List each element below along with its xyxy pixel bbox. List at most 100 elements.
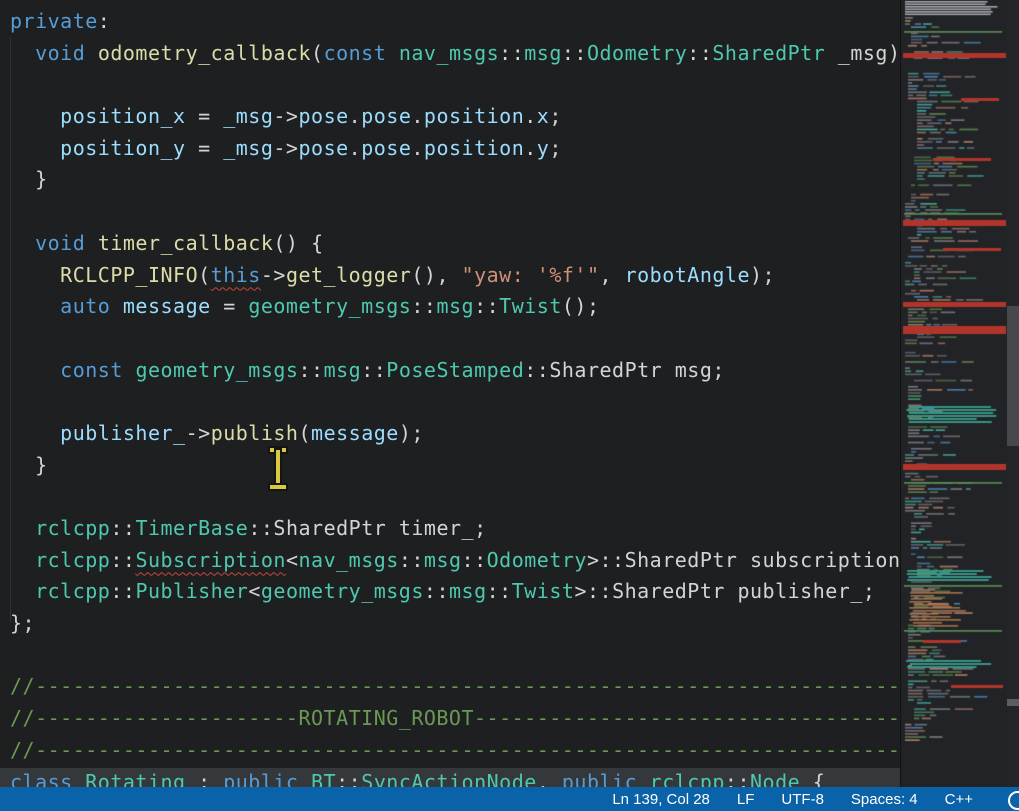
code-line[interactable]: } (10, 164, 900, 196)
code-line[interactable]: //---------------------ROTATING_ROBOT---… (10, 703, 900, 735)
code-token (637, 770, 650, 788)
code-token: msg (324, 358, 362, 382)
code-token: :: (462, 548, 487, 572)
code-line[interactable] (10, 323, 900, 355)
code-line[interactable]: } (10, 450, 900, 482)
editor-scrollbar[interactable] (1007, 0, 1019, 787)
status-eol-sequence[interactable]: LF (737, 791, 755, 808)
code-line[interactable]: void timer_callback() { (10, 228, 900, 260)
code-line[interactable]: auto message = geometry_msgs::msg::Twist… (10, 291, 900, 323)
code-token: . (349, 104, 362, 128)
code-token: = (186, 136, 224, 160)
code-token: ( (298, 421, 311, 445)
code-token: ( (198, 263, 211, 287)
code-line[interactable] (10, 69, 900, 101)
code-token: = (211, 294, 249, 318)
vscode-window: private: void odometry_callback(const na… (0, 0, 1019, 811)
code-token: _msg) { (825, 41, 900, 65)
code-token: get_logger (286, 263, 411, 287)
code-token: _msg (223, 104, 273, 128)
code-token: . (349, 136, 362, 160)
code-line[interactable] (10, 196, 900, 228)
code-token: //---------------------ROTATING_ROBOT---… (10, 706, 900, 730)
code-token: >:: (574, 579, 612, 603)
code-token: Odometry (587, 41, 687, 65)
code-token: pose (361, 104, 411, 128)
code-line[interactable]: publisher_->publish(message); (10, 418, 900, 450)
code-token: y (537, 136, 550, 160)
code-token (85, 231, 98, 255)
code-area[interactable]: private: void odometry_callback(const na… (10, 6, 900, 787)
code-token (10, 41, 35, 65)
code-token: publish (211, 421, 299, 445)
code-editor[interactable]: private: void odometry_callback(const na… (0, 0, 900, 787)
code-token (10, 516, 35, 540)
code-token: position_y (60, 136, 185, 160)
scrollbar-thumb[interactable] (1007, 306, 1019, 446)
status-indentation[interactable]: Spaces: 4 (851, 791, 918, 808)
code-token: rclcpp (35, 516, 110, 540)
code-token: _msg (223, 136, 273, 160)
code-token: "yaw: '%f'" (462, 263, 600, 287)
code-line[interactable]: private: (10, 6, 900, 38)
code-token: RCLCPP_INFO (60, 263, 198, 287)
code-token: :: (474, 294, 499, 318)
code-token: rclcpp (650, 770, 725, 788)
code-token: :: (499, 41, 524, 65)
code-token: geometry_msgs (248, 294, 411, 318)
code-token: SharedPtr subscription_; (625, 548, 900, 572)
code-token: pose (298, 136, 348, 160)
code-line[interactable]: rclcpp::Publisher<geometry_msgs::msg::Tw… (10, 576, 900, 608)
code-token: void (35, 41, 85, 65)
code-line[interactable]: //--------------------------------------… (10, 735, 900, 767)
code-line[interactable] (10, 640, 900, 672)
minimap[interactable] (900, 0, 1008, 787)
code-token (298, 770, 311, 788)
code-line[interactable]: rclcpp::TimerBase::SharedPtr timer_; (10, 513, 900, 545)
code-token: . (524, 136, 537, 160)
notifications-icon[interactable] (1008, 791, 1019, 810)
code-token: pose (361, 136, 411, 160)
code-token: msg (524, 41, 562, 65)
code-token: geometry_msgs (135, 358, 298, 382)
code-line[interactable]: const geometry_msgs::msg::PoseStamped::S… (10, 355, 900, 387)
code-line[interactable] (10, 386, 900, 418)
code-token: :: (487, 579, 512, 603)
code-line[interactable]: class Rotating : public BT::SyncActionNo… (10, 767, 900, 788)
code-line[interactable]: position_x = _msg->pose.pose.position.x; (10, 101, 900, 133)
code-token: Odometry (487, 548, 587, 572)
overview-ruler-marker (1007, 699, 1019, 706)
code-token: } (10, 453, 48, 477)
code-token: const (324, 41, 387, 65)
status-language-mode[interactable]: C++ (945, 791, 973, 808)
code-line[interactable]: RCLCPP_INFO(this->get_logger(), "yaw: '%… (10, 260, 900, 292)
code-token: odometry_callback (98, 41, 311, 65)
status-encoding[interactable]: UTF-8 (781, 791, 824, 808)
code-token: >:: (587, 548, 625, 572)
code-token (386, 41, 399, 65)
code-line[interactable]: void odometry_callback(const nav_msgs::m… (10, 38, 900, 70)
code-line[interactable]: rclcpp::Subscription<nav_msgs::msg::Odom… (10, 545, 900, 577)
code-token: SyncActionNode (361, 770, 537, 788)
code-line[interactable]: position_y = _msg->pose.pose.position.y; (10, 133, 900, 165)
code-token: :: (336, 770, 361, 788)
code-token: TimerBase (135, 516, 248, 540)
code-token: , (537, 770, 562, 788)
code-token: msg (436, 294, 474, 318)
code-token: message (311, 421, 399, 445)
code-token: auto (60, 294, 110, 318)
code-token: () { (273, 231, 323, 255)
code-token: SharedPtr (712, 41, 825, 65)
code-token: this (211, 263, 261, 287)
code-token: . (411, 104, 424, 128)
code-line[interactable] (10, 481, 900, 513)
code-token (10, 263, 60, 287)
code-line[interactable]: }; (10, 608, 900, 640)
code-token: -> (186, 421, 211, 445)
code-token: Twist (499, 294, 562, 318)
status-cursor-position[interactable]: Ln 139, Col 28 (612, 791, 710, 808)
code-token: nav_msgs (399, 41, 499, 65)
code-line[interactable]: //--------------------------------------… (10, 671, 900, 703)
code-token: ; (549, 136, 562, 160)
code-token (10, 548, 35, 572)
